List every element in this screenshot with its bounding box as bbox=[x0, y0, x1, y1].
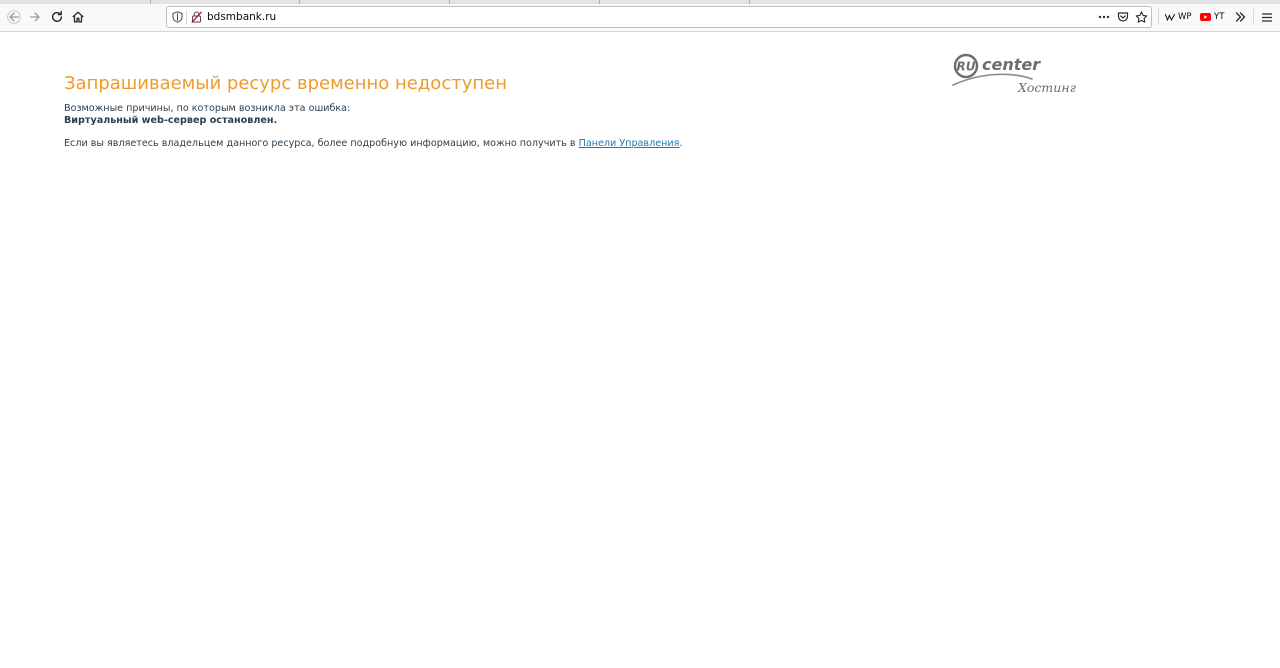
owner-info-text: Если вы являетесь владельцем данного рес… bbox=[64, 138, 682, 149]
url-text[interactable]: bdsmbank.ru bbox=[207, 10, 276, 24]
page-actions-icon[interactable] bbox=[1097, 10, 1111, 24]
bookmark-label: WP bbox=[1178, 12, 1192, 22]
pocket-icon[interactable] bbox=[1116, 10, 1130, 24]
forward-button[interactable] bbox=[24, 6, 46, 28]
back-arrow-icon bbox=[7, 10, 21, 24]
rucenter-hosting-logo: RU center Хостинг bbox=[952, 52, 1082, 100]
wikipedia-icon bbox=[1165, 13, 1175, 21]
forward-arrow-icon bbox=[29, 12, 40, 22]
reason-text: Виртуальный web-сервер остановлен. bbox=[64, 115, 278, 126]
logo-badge-text: RU bbox=[957, 60, 976, 74]
logo-subtitle: Хостинг bbox=[1018, 80, 1076, 95]
control-panel-link[interactable]: Панели Управления bbox=[579, 138, 680, 149]
toolbar-separator bbox=[1253, 9, 1254, 25]
logo-word: center bbox=[982, 55, 1041, 74]
back-button[interactable] bbox=[3, 6, 25, 28]
home-button[interactable] bbox=[67, 6, 89, 28]
bookmark-label: YT bbox=[1214, 12, 1225, 22]
page-content: Запрашиваемый ресурс временно недоступен… bbox=[0, 32, 1280, 668]
main-menu-button[interactable] bbox=[1258, 8, 1276, 26]
owner-text-after: . bbox=[679, 138, 683, 149]
bookmark-yt[interactable]: YT bbox=[1200, 9, 1224, 25]
hamburger-menu-icon bbox=[1262, 12, 1272, 22]
reload-icon bbox=[51, 10, 63, 23]
chevron-double-right-icon bbox=[1235, 12, 1245, 22]
browser-chrome: bdsmbank.ru WP YT bbox=[0, 0, 1280, 32]
url-bar[interactable]: bdsmbank.ru bbox=[166, 6, 1152, 28]
tracking-shield-icon[interactable] bbox=[170, 10, 184, 24]
insecure-lock-icon[interactable] bbox=[189, 10, 203, 24]
url-bar-divider bbox=[186, 10, 187, 24]
reasons-label: Возможные причины, по которым возникла э… bbox=[64, 103, 351, 114]
reload-button[interactable] bbox=[46, 6, 68, 28]
overflow-menu-button[interactable] bbox=[1231, 8, 1249, 26]
page-title: Запрашиваемый ресурс временно недоступен bbox=[64, 73, 507, 94]
navigation-toolbar: bdsmbank.ru WP YT bbox=[0, 4, 1280, 31]
youtube-icon bbox=[1200, 13, 1211, 21]
bookmark-wp[interactable]: WP bbox=[1165, 9, 1192, 25]
owner-text-before: Если вы являетесь владельцем данного рес… bbox=[64, 138, 579, 149]
bookmark-star-icon[interactable] bbox=[1134, 10, 1148, 24]
toolbar-separator bbox=[1158, 9, 1159, 25]
home-icon bbox=[72, 11, 84, 23]
